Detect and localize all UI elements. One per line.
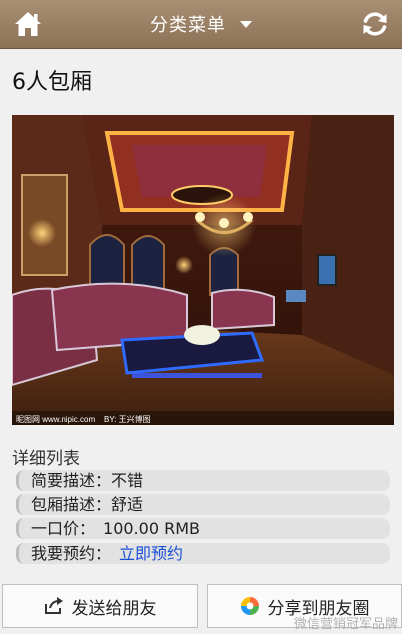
category-menu-dropdown[interactable]: 分类菜单 (0, 0, 402, 48)
category-menu-label: 分类菜单 (150, 15, 226, 36)
top-bar: 分类菜单 (0, 0, 402, 49)
detail-label: 我要预约： (31, 544, 112, 563)
detail-label: 一口价： (31, 519, 96, 538)
send-to-friend-button[interactable]: 发送给朋友 (2, 584, 198, 628)
send-to-friend-label: 发送给朋友 (71, 598, 157, 619)
book-now-link[interactable]: 立即预约 (119, 544, 183, 563)
detail-row-booking: 我要预约： 立即预约 (16, 543, 390, 564)
detail-row-summary: 简要描述：不错 (16, 470, 390, 491)
photo-caption-mid: BY: 王兴博图 (104, 414, 151, 424)
room-photo: 昵图网 www.nipic.com BY: 王兴博图 (12, 115, 394, 425)
watermark-text: 微信营销冠军品牌 (293, 617, 398, 632)
share-arrow-icon (44, 597, 64, 615)
chevron-down-icon (240, 20, 252, 28)
detail-row-room-desc: 包厢描述：舒适 (16, 494, 390, 515)
detail-value: 舒适 (111, 495, 144, 514)
detail-value: 不错 (111, 471, 144, 490)
moments-icon (240, 596, 260, 616)
photo-caption-left: 昵图网 www.nipic.com (16, 415, 95, 424)
detail-row-price: 一口价： 100.00 RMB (16, 518, 390, 539)
detail-label: 包厢描述： (31, 495, 112, 514)
detail-label: 简要描述： (31, 471, 112, 490)
detail-value: 100.00 RMB (103, 519, 200, 538)
details-heading: 详细列表 (12, 449, 80, 469)
refresh-icon[interactable] (361, 10, 389, 38)
page-title: 6人包厢 (12, 70, 92, 95)
